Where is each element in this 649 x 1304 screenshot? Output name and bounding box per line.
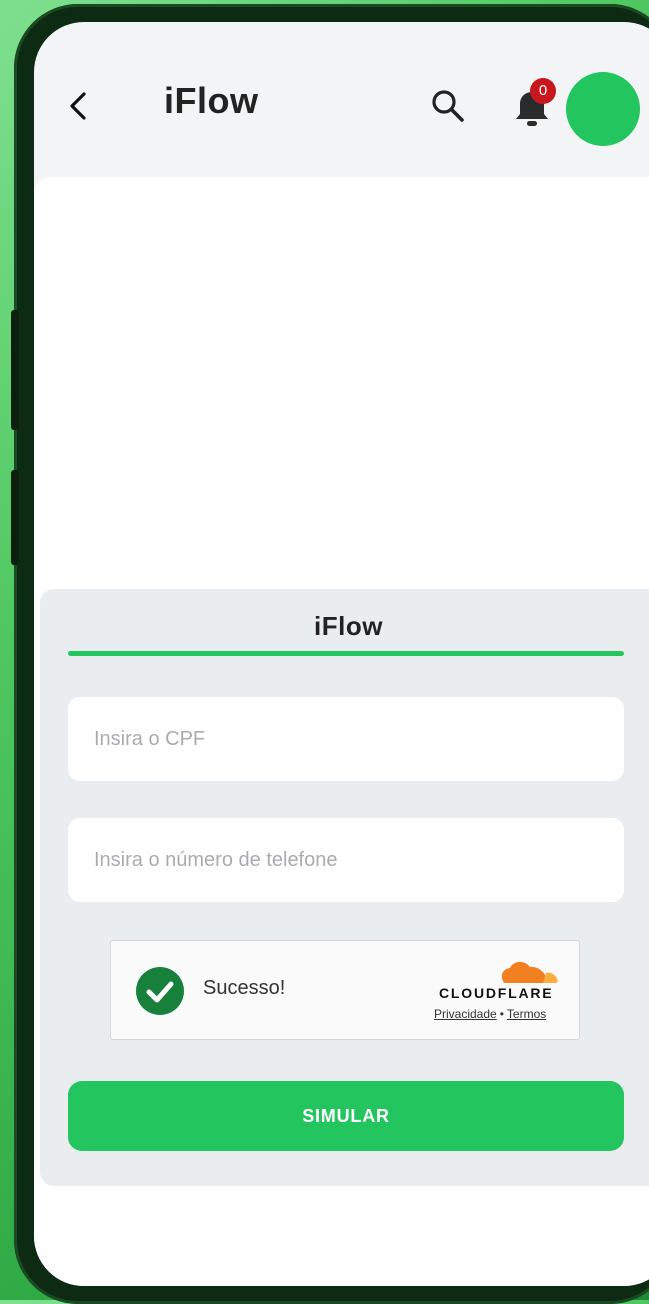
card-title: iFlow (314, 611, 383, 641)
cloudflare-captcha[interactable]: Sucesso! CLOUDFLARE Privacidade • Termos (110, 940, 580, 1040)
back-arrow-icon[interactable] (66, 86, 90, 126)
app-bar: iFlow 0 (34, 22, 649, 177)
simulation-card: iFlow Sucesso! CLOUDFLARE Privacidade•Te… (40, 589, 649, 1186)
terms-link[interactable]: Termos (507, 1007, 546, 1021)
avatar[interactable] (566, 72, 640, 146)
cloudflare-cloud-icon (501, 961, 558, 983)
captcha-status: Sucesso! (203, 977, 286, 999)
link-separator: • (499, 1007, 504, 1021)
notification-badge: 0 (530, 78, 556, 104)
title-underline (68, 651, 624, 656)
side-power-button (11, 470, 19, 565)
search-icon[interactable] (428, 86, 468, 126)
captcha-links: Privacidade • Termos (434, 1007, 546, 1021)
cpf-input[interactable] (68, 697, 624, 781)
content-area: iFlow Sucesso! CLOUDFLARE Privacidade•Te… (34, 177, 649, 1286)
phone-screen: iFlow 0 iFlow Sucesso! (34, 22, 649, 1286)
simular-button[interactable]: SIMULAR (68, 1081, 624, 1151)
side-volume-button (11, 310, 19, 430)
app-title: iFlow (164, 80, 259, 121)
privacy-link[interactable]: Privacidade (434, 1007, 497, 1021)
check-circle-icon (136, 967, 184, 1015)
phone-input[interactable] (68, 818, 624, 902)
cloudflare-wordmark: CLOUDFLARE (439, 985, 554, 1001)
